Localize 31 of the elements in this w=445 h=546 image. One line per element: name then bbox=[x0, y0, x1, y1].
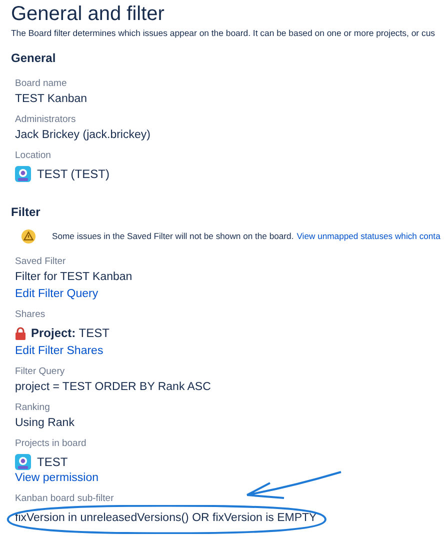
warning-text: Some issues in the Saved Filter will not be shown on the board. bbox=[52, 230, 294, 243]
project-avatar-icon bbox=[15, 166, 31, 182]
field-label: Ranking bbox=[15, 402, 50, 414]
field-label: Filter Query bbox=[15, 366, 65, 378]
field-value: fixVersion in unreleasedVersions() OR fixVersion is EMPTY bbox=[15, 511, 317, 526]
project-avatar-icon bbox=[15, 454, 31, 470]
field-label: Board name bbox=[15, 78, 67, 90]
section-heading: Filter bbox=[11, 205, 40, 220]
field-value: Filter for TEST Kanban bbox=[15, 270, 132, 285]
field-value: Using Rank bbox=[15, 416, 74, 431]
page-title: General and filter bbox=[11, 2, 164, 26]
field-link[interactable]: Edit Filter Shares bbox=[15, 344, 104, 359]
field-value: TEST Kanban bbox=[15, 92, 88, 107]
field-label: Administrators bbox=[15, 114, 76, 126]
field-link[interactable]: Edit Filter Query bbox=[15, 287, 98, 302]
field-value: Jack Brickey (jack.brickey) bbox=[15, 128, 150, 143]
page-description: The Board filter determines which issues appear on the board. It can be based on one or more projects, or cus bbox=[11, 27, 435, 39]
field-value: Project: TEST bbox=[31, 325, 110, 342]
field-label: Kanban board sub-filter bbox=[15, 493, 114, 505]
lock-icon bbox=[15, 326, 26, 340]
field-link[interactable]: View permission bbox=[15, 471, 99, 486]
field-value: TEST bbox=[37, 454, 68, 471]
field-value: project = TEST ORDER BY Rank ASC bbox=[15, 380, 211, 395]
field-label: Location bbox=[15, 150, 51, 162]
field-value: TEST (TEST) bbox=[37, 166, 110, 183]
warning-link[interactable]: View unmapped statuses which conta bbox=[296, 230, 440, 243]
field-label: Projects in board bbox=[15, 438, 86, 450]
field-label: Shares bbox=[15, 309, 46, 321]
warning-icon bbox=[21, 229, 36, 244]
section-heading: General bbox=[11, 51, 56, 66]
field-label: Saved Filter bbox=[15, 256, 66, 268]
